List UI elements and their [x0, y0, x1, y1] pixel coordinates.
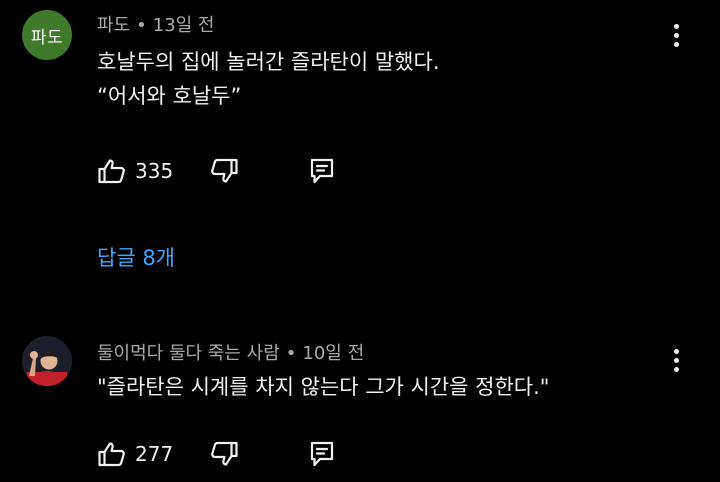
comment-header: 파도 • 13일 전 [97, 11, 215, 37]
avatar[interactable]: 파도 [22, 10, 72, 60]
comment-time[interactable]: 13일 전 [153, 15, 215, 36]
more-vert-icon[interactable] [666, 20, 686, 50]
thumbs-down-icon[interactable] [209, 156, 239, 186]
reply-icon[interactable] [307, 156, 337, 186]
comment-thread: 둘이먹다 둘다 죽는 사람 • 10일 전 "즐라탄은 시계를 차지 않는다 그가 … [0, 320, 720, 482]
more-vert-icon[interactable] [666, 345, 686, 375]
comment-thread: 파도 파도 • 13일 전 호날두의 집에 놀러간 즐라탄이 말했다. “어서와 호… [0, 0, 720, 300]
like-count: 335 [135, 159, 174, 183]
comment-actions: 335 [97, 154, 337, 188]
author-name[interactable]: 파도 [97, 15, 130, 36]
thumbs-down-icon[interactable] [209, 439, 239, 469]
comment-header: 둘이먹다 둘다 죽는 사람 • 10일 전 [97, 339, 364, 365]
comment-actions: 277 [97, 437, 337, 471]
reply-icon[interactable] [307, 439, 337, 469]
thumbs-up-icon[interactable] [97, 156, 127, 186]
replies-toggle-button[interactable]: 답글 8개 [97, 242, 175, 272]
comment-body-line: "즐라탄은 시계를 차지 않는다 그가 시간을 정한다." [97, 375, 550, 399]
author-name[interactable]: 둘이먹다 둘다 죽는 사람 [97, 343, 280, 364]
comment-body: "즐라탄은 시계를 차지 않는다 그가 시간을 정한다." [97, 370, 549, 404]
comment-time[interactable]: 10일 전 [302, 343, 364, 364]
thumbs-up-icon[interactable] [97, 439, 127, 469]
meta-separator: • [285, 343, 297, 364]
avatar-initials: 파도 [30, 27, 64, 48]
avatar[interactable] [22, 336, 72, 386]
comment-body-line: “어서와 호날두” [97, 84, 242, 108]
comment-body: 호날두의 집에 놀러간 즐라탄이 말했다. “어서와 호날두” [97, 45, 440, 113]
meta-separator: • [136, 15, 147, 36]
comment-body-line: 호날두의 집에 놀러간 즐라탄이 말했다. [97, 50, 440, 74]
like-count: 277 [135, 442, 174, 466]
